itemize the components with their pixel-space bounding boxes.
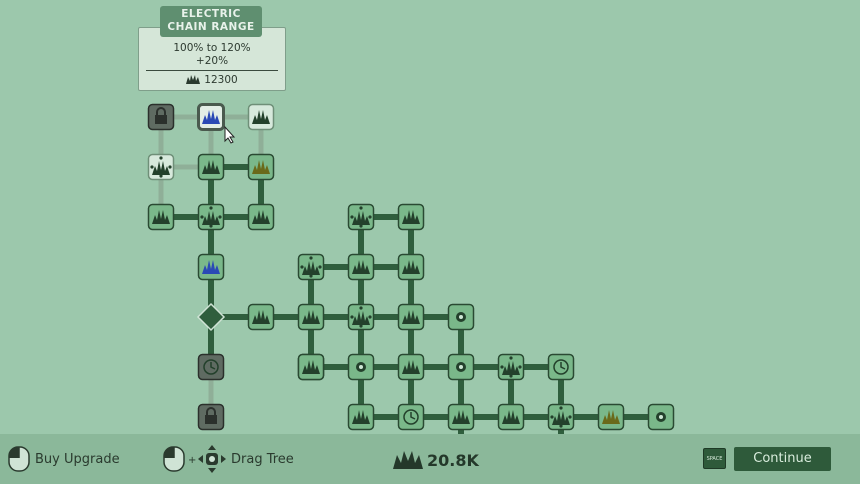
move-arrows-icon bbox=[198, 445, 226, 473]
upgrade-node-g24[interactable] bbox=[647, 403, 675, 431]
upgrade-node-n-r3-right[interactable] bbox=[247, 203, 275, 231]
grass-currency-icon bbox=[186, 75, 201, 84]
upgrade-node-g14[interactable] bbox=[397, 353, 425, 381]
tooltip-title: ELECTRIC CHAIN RANGE bbox=[160, 6, 262, 37]
gear-icon bbox=[356, 362, 366, 372]
tooltip-increase: +20% bbox=[195, 55, 229, 67]
upgrade-node-g19[interactable] bbox=[397, 403, 425, 431]
upgrade-node-timer-dark[interactable] bbox=[197, 353, 225, 381]
upgrade-tree[interactable] bbox=[0, 0, 860, 434]
gear-icon bbox=[456, 312, 466, 322]
upgrade-node-g20[interactable] bbox=[447, 403, 475, 431]
tooltip-divider bbox=[146, 70, 278, 71]
tooltip-cost: 12300 bbox=[139, 74, 285, 86]
upgrade-node-g16[interactable] bbox=[497, 353, 525, 381]
continue-button[interactable]: Continue bbox=[734, 447, 831, 471]
upgrade-node-g6[interactable] bbox=[397, 203, 425, 231]
buy-upgrade-label: Buy Upgrade bbox=[35, 452, 120, 467]
upgrade-node-g22[interactable] bbox=[547, 403, 575, 431]
upgrade-node-hub[interactable] bbox=[196, 302, 226, 332]
upgrade-node-n-blue[interactable] bbox=[197, 253, 225, 281]
upgrade-node-g8[interactable] bbox=[397, 253, 425, 281]
upgrade-node-g13[interactable] bbox=[347, 353, 375, 381]
mouse-cursor-icon bbox=[224, 125, 236, 144]
upgrade-node-g23[interactable] bbox=[597, 403, 625, 431]
upgrade-node-g3[interactable] bbox=[297, 303, 325, 331]
drag-tree-label: Drag Tree bbox=[231, 452, 294, 467]
upgrade-node-n-r2-mid[interactable] bbox=[197, 153, 225, 181]
upgrade-node-n-top-right[interactable] bbox=[247, 103, 275, 131]
upgrade-node-g12[interactable] bbox=[297, 353, 325, 381]
space-key-icon: SPACE bbox=[703, 448, 726, 469]
mouse-icon bbox=[163, 446, 185, 472]
upgrade-node-n-r2-right[interactable] bbox=[247, 153, 275, 181]
upgrade-node-g18[interactable] bbox=[347, 403, 375, 431]
upgrade-node-g17[interactable] bbox=[547, 353, 575, 381]
left-mouse-button-icon bbox=[8, 446, 30, 472]
upgrade-node-g2[interactable] bbox=[297, 253, 325, 281]
upgrade-node-g7[interactable] bbox=[347, 253, 375, 281]
upgrade-node-n-r3-mid[interactable] bbox=[197, 203, 225, 231]
upgrade-node-lock-top[interactable] bbox=[147, 103, 175, 131]
upgrade-node-g15[interactable] bbox=[447, 353, 475, 381]
upgrade-node-g21[interactable] bbox=[497, 403, 525, 431]
grass-currency-icon bbox=[393, 451, 423, 469]
upgrade-node-g5[interactable] bbox=[347, 203, 375, 231]
currency-amount: 20.8K bbox=[427, 451, 479, 470]
plus-sign: + bbox=[188, 455, 197, 466]
gear-icon bbox=[656, 412, 666, 422]
upgrade-node-g10[interactable] bbox=[397, 303, 425, 331]
upgrade-node-n-r2-left[interactable] bbox=[147, 153, 175, 181]
upgrade-node-electric-chain-range[interactable] bbox=[197, 103, 225, 131]
gear-icon bbox=[456, 362, 466, 372]
tooltip-value-range: 100% to 120% bbox=[173, 42, 251, 54]
upgrade-node-g1[interactable] bbox=[247, 303, 275, 331]
upgrade-node-lock-bottom[interactable] bbox=[197, 403, 225, 431]
tooltip-cost-value: 12300 bbox=[204, 74, 238, 86]
upgrade-node-g11[interactable] bbox=[447, 303, 475, 331]
upgrade-node-g9[interactable] bbox=[347, 303, 375, 331]
upgrade-node-n-r3-left[interactable] bbox=[147, 203, 175, 231]
